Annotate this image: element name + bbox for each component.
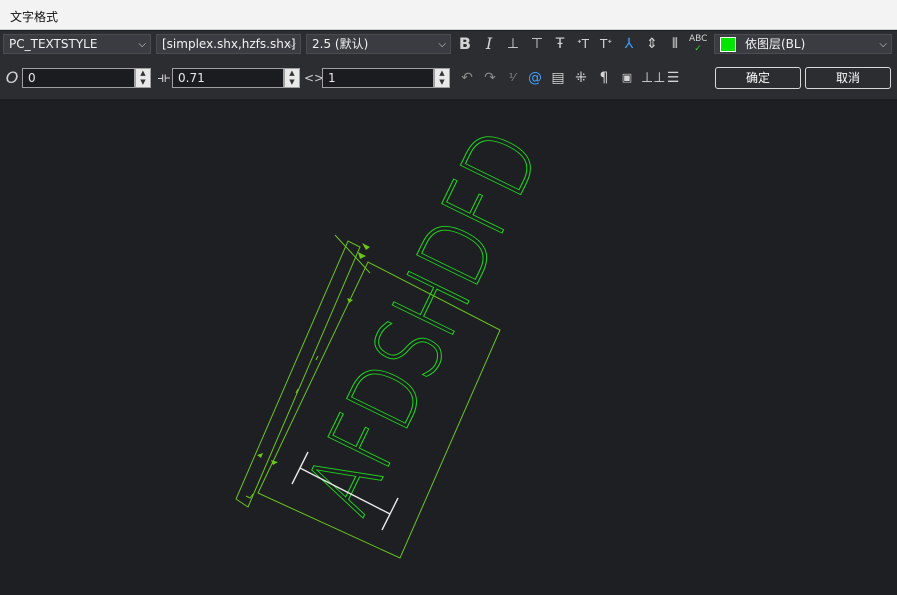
text-frame-icon[interactable]: ▣ xyxy=(618,68,636,88)
layer-color-value: 依图层(BL) xyxy=(745,37,806,51)
text-style-dropdown[interactable]: PC_TEXTSTYLE ⌵ xyxy=(3,34,151,54)
drawing-canvas[interactable]: AFDSHDFD xyxy=(0,99,897,595)
background-mask-icon[interactable]: ⁜ xyxy=(572,68,590,88)
spin-up-icon[interactable]: ▲ xyxy=(136,69,150,78)
ok-button[interactable]: 确定 xyxy=(715,67,801,89)
chevron-down-icon: ⌵ xyxy=(879,39,887,50)
ruler-top-edge xyxy=(334,234,371,274)
width-factor-stepper[interactable]: ▲ ▼ xyxy=(284,68,300,88)
stack-icon[interactable]: ⅄ xyxy=(620,34,638,54)
italic-icon[interactable]: I xyxy=(480,34,498,54)
redo-icon[interactable]: ↷ xyxy=(481,68,499,88)
spell-check-icon[interactable]: ABC ✓ xyxy=(689,34,707,54)
font-value: [simplex.shx,hzfs.shx] xyxy=(162,37,296,51)
mtext-content[interactable]: AFDSHDFD xyxy=(285,114,562,531)
spin-down-icon[interactable]: ▼ xyxy=(136,78,150,87)
cancel-button[interactable]: 取消 xyxy=(805,67,891,89)
spin-up-icon[interactable]: ▲ xyxy=(435,69,449,78)
tab-marker-icon[interactable] xyxy=(257,453,263,458)
window-title: 文字格式 xyxy=(0,0,897,30)
toolbar-row-2: O 0 ▲ ▼ ⟛ 0.71 ▲ ▼ <> 1 ▲ ▼ ↶ ↷ ⅟ @ ▤ ⁜ ¶ ▣… xyxy=(0,67,897,94)
tracking-input[interactable]: 1 xyxy=(322,68,434,88)
subscript-icon[interactable]: Tᐩ xyxy=(597,34,615,54)
text-format-toolbar: PC_TEXTSTYLE ⌵ [simplex.shx,hzfs.shx] ⌵ … xyxy=(0,31,897,99)
spin-down-icon[interactable]: ▼ xyxy=(285,78,299,87)
oblique-angle-input[interactable]: 0 xyxy=(22,68,135,88)
ruler-icon[interactable]: ⊥⊥ xyxy=(641,68,665,88)
spin-down-icon[interactable]: ▼ xyxy=(435,78,449,87)
tracking-stepper[interactable]: ▲ ▼ xyxy=(434,68,450,88)
superscript-icon[interactable]: ᐩT xyxy=(574,34,592,54)
oblique-angle-stepper[interactable]: ▲ ▼ xyxy=(135,68,151,88)
strikethrough-icon[interactable]: Ŧ xyxy=(551,34,569,54)
spin-up-icon[interactable]: ▲ xyxy=(285,69,299,78)
ruler-tick xyxy=(315,355,319,361)
undo-icon[interactable]: ↶ xyxy=(458,68,476,88)
text-height-dropdown[interactable]: 2.5 (默认) ⌵ xyxy=(306,34,451,54)
stack-fraction-icon[interactable]: ⅟ xyxy=(503,68,521,88)
text-style-value: PC_TEXTSTYLE xyxy=(9,37,98,51)
line-spacing-icon[interactable]: ⇕ xyxy=(643,34,661,54)
bold-icon[interactable]: B xyxy=(456,34,474,54)
font-dropdown[interactable]: [simplex.shx,hzfs.shx] ⌵ xyxy=(156,34,301,54)
tracking-icon: <> xyxy=(304,71,325,85)
tracking-value: 1 xyxy=(328,71,336,85)
numbered-list-icon[interactable]: ☰ xyxy=(664,68,682,88)
oblique-angle-value: 0 xyxy=(28,71,36,85)
text-height-value: 2.5 (默认) xyxy=(312,37,369,51)
columns-icon[interactable]: ⦀ xyxy=(666,34,684,54)
layer-color-dropdown[interactable]: 依图层(BL) ⌵ xyxy=(714,34,892,54)
toolbar-row-1: PC_TEXTSTYLE ⌵ [simplex.shx,hzfs.shx] ⌵ … xyxy=(0,34,897,60)
underline-icon[interactable]: ⊥ xyxy=(504,34,522,54)
symbol-icon[interactable]: @ xyxy=(526,68,544,88)
oblique-angle-icon: O xyxy=(5,68,19,87)
insert-field-icon[interactable]: ▤ xyxy=(549,68,567,88)
chevron-down-icon: ⌵ xyxy=(438,39,446,50)
chevron-down-icon: ⌵ xyxy=(288,39,296,50)
width-factor-input[interactable]: 0.71 xyxy=(172,68,284,88)
chevron-down-icon: ⌵ xyxy=(138,39,146,50)
indent-marker-icon[interactable] xyxy=(358,252,366,259)
indent-marker-icon[interactable] xyxy=(362,243,370,250)
overline-icon[interactable]: ⊤ xyxy=(528,34,546,54)
width-factor-value: 0.71 xyxy=(178,71,205,85)
color-swatch xyxy=(720,37,736,52)
paragraph-icon[interactable]: ¶ xyxy=(595,68,613,88)
width-factor-icon: ⟛ xyxy=(157,70,171,86)
